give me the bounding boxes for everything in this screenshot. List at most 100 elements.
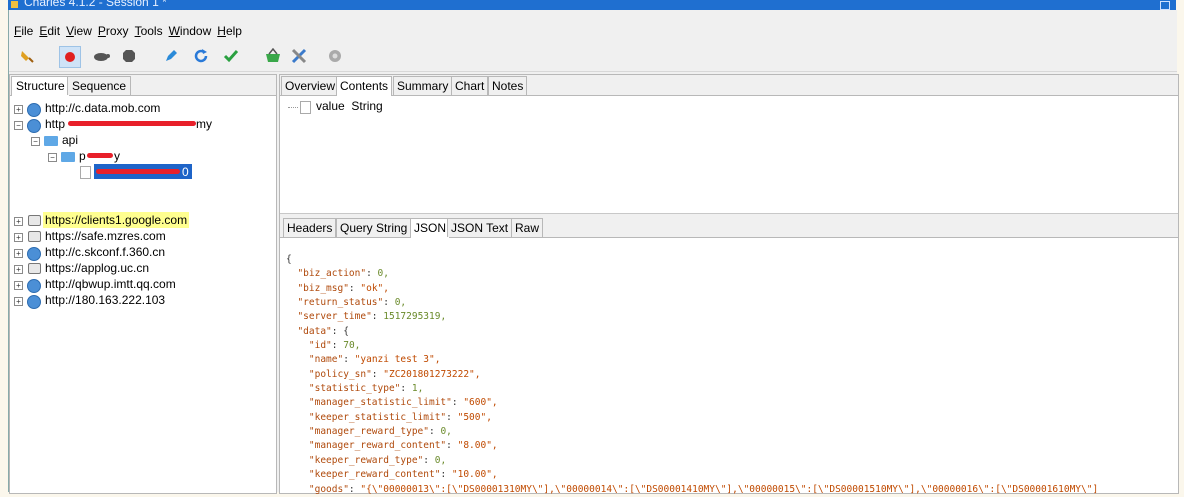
- folder-item[interactable]: p: [79, 148, 86, 164]
- tab-notes[interactable]: Notes: [488, 76, 528, 95]
- collapse-icon[interactable]: −: [14, 121, 23, 130]
- json-viewer[interactable]: { "biz_action": 0, "biz_msg": "ok", "ret…: [286, 253, 1098, 497]
- menu-bar: File Edit View Proxy Tools Window Help: [9, 22, 1177, 40]
- collapse-icon[interactable]: −: [31, 137, 40, 146]
- main-window: File Edit View Proxy Tools Window Help Structu…: [8, 10, 1179, 495]
- expand-icon[interactable]: +: [14, 297, 23, 306]
- json-value: {: [343, 325, 349, 337]
- menu-help[interactable]: Help: [214, 22, 245, 40]
- menu-tools[interactable]: Tools: [132, 22, 166, 40]
- tab-raw[interactable]: Raw: [511, 218, 544, 237]
- structure-pane: Structure Sequence + http://c.data.mob.c…: [9, 74, 277, 494]
- refresh-icon[interactable]: [191, 46, 211, 66]
- json-key: "goods": [286, 483, 349, 495]
- expand-icon[interactable]: +: [14, 105, 23, 114]
- content-node[interactable]: value String: [316, 99, 383, 113]
- pen-icon[interactable]: [161, 46, 181, 66]
- redaction-mark: [87, 153, 113, 158]
- doc-icon: [300, 101, 311, 114]
- json-key: "keeper_reward_content": [286, 469, 441, 481]
- tab-chart[interactable]: Chart: [451, 76, 489, 95]
- expand-icon[interactable]: +: [14, 217, 23, 226]
- json-line: "return_status": 0,: [286, 297, 407, 309]
- globe-icon: [27, 119, 41, 133]
- json-value: 0,: [440, 426, 452, 438]
- content-tabs: Overview Contents Summary Chart Notes: [280, 75, 1178, 96]
- json-line: "biz_msg": "ok",: [286, 282, 389, 294]
- json-value: 1517295319,: [383, 311, 447, 323]
- json-line: {: [286, 254, 292, 265]
- expand-icon[interactable]: +: [14, 281, 23, 290]
- settings-icon[interactable]: [325, 46, 345, 66]
- broom-icon[interactable]: [17, 46, 37, 66]
- folder-icon: [44, 136, 58, 146]
- json-line: "statistic_type": 1,: [286, 383, 424, 395]
- host-item[interactable]: http://qbwup.imtt.qq.com: [45, 276, 176, 292]
- json-line: "biz_action": 0,: [286, 268, 389, 280]
- app-icon: [11, 1, 18, 8]
- json-line: "manager_statistic_limit": "600",: [286, 397, 498, 409]
- json-key: "biz_action": [286, 268, 367, 280]
- host-item[interactable]: http://c.data.mob.com: [45, 100, 160, 116]
- expand-icon[interactable]: +: [14, 249, 23, 258]
- record-icon[interactable]: [59, 46, 81, 68]
- collapse-icon[interactable]: −: [48, 153, 57, 162]
- json-key: "manager_reward_content": [286, 440, 447, 452]
- check-icon[interactable]: [221, 46, 241, 66]
- json-line: "keeper_reward_type": 0,: [286, 454, 447, 466]
- expand-icon[interactable]: +: [14, 233, 23, 242]
- json-value: "yanzi test 3",: [354, 354, 441, 366]
- folder-icon: [61, 152, 75, 162]
- json-key: "manager_reward_type": [286, 426, 429, 438]
- menu-window[interactable]: Window: [166, 22, 215, 40]
- window-title: Charles 4.1.2 - Session 1 *: [24, 0, 167, 9]
- host-item[interactable]: http://c.skconf.f.360.cn: [45, 244, 165, 260]
- redaction-mark: [68, 121, 196, 126]
- json-value: "500",: [457, 411, 492, 423]
- host-item[interactable]: https://clients1.google.com: [43, 212, 190, 228]
- host-suffix: my: [196, 117, 212, 131]
- redaction-mark: [96, 169, 180, 174]
- turtle-icon[interactable]: [91, 46, 111, 66]
- tab-headers[interactable]: Headers: [283, 218, 337, 237]
- maximize-button[interactable]: [1160, 1, 1170, 10]
- json-line: "name": "yanzi test 3",: [286, 354, 441, 366]
- host-item[interactable]: http://180.163.222.103: [45, 292, 165, 308]
- stop-icon[interactable]: [119, 46, 139, 66]
- json-line: "id": 70,: [286, 340, 361, 352]
- menu-file[interactable]: File: [11, 22, 36, 40]
- json-key: "server_time": [286, 311, 372, 323]
- menu-view[interactable]: View: [63, 22, 95, 40]
- json-value: "10.00",: [451, 469, 498, 481]
- tab-query-string[interactable]: Query String: [336, 218, 412, 237]
- folder-item[interactable]: api: [62, 132, 78, 148]
- json-line: "server_time": 1517295319,: [286, 311, 447, 323]
- tree-connector: [288, 107, 298, 109]
- basket-icon[interactable]: [263, 46, 283, 66]
- tools-icon[interactable]: [289, 46, 309, 66]
- json-value: 70,: [343, 340, 361, 352]
- expand-icon[interactable]: +: [14, 265, 23, 274]
- tab-summary[interactable]: Summary: [393, 76, 453, 95]
- host-item[interactable]: http: [45, 116, 65, 132]
- tab-sequence[interactable]: Sequence: [67, 76, 132, 95]
- menu-edit[interactable]: Edit: [36, 22, 63, 40]
- tab-structure[interactable]: Structure: [11, 76, 70, 96]
- json-value: "600",: [463, 397, 498, 409]
- tab-json[interactable]: JSON: [410, 218, 451, 238]
- json-key: "manager_statistic_limit": [286, 397, 452, 409]
- tab-overview[interactable]: Overview: [281, 76, 340, 95]
- json-key: "id": [286, 340, 332, 352]
- json-line: "manager_reward_type": 0,: [286, 426, 452, 438]
- menu-proxy[interactable]: Proxy: [95, 22, 132, 40]
- request-item-label: 0: [182, 165, 189, 179]
- json-value: 0,: [377, 268, 389, 280]
- json-value: "{\"00000013\":[\"DS00001310MY\"],\"0000…: [360, 483, 1099, 495]
- tab-json-text[interactable]: JSON Text: [447, 218, 513, 237]
- json-line: "keeper_reward_content": "10.00",: [286, 469, 498, 481]
- toolbar: [9, 41, 1177, 72]
- title-bar: Charles 4.1.2 - Session 1 *: [8, 0, 1176, 10]
- host-item[interactable]: https://safe.mzres.com: [45, 228, 166, 244]
- tab-contents[interactable]: Contents: [336, 76, 393, 96]
- host-item[interactable]: https://applog.uc.cn: [45, 260, 149, 276]
